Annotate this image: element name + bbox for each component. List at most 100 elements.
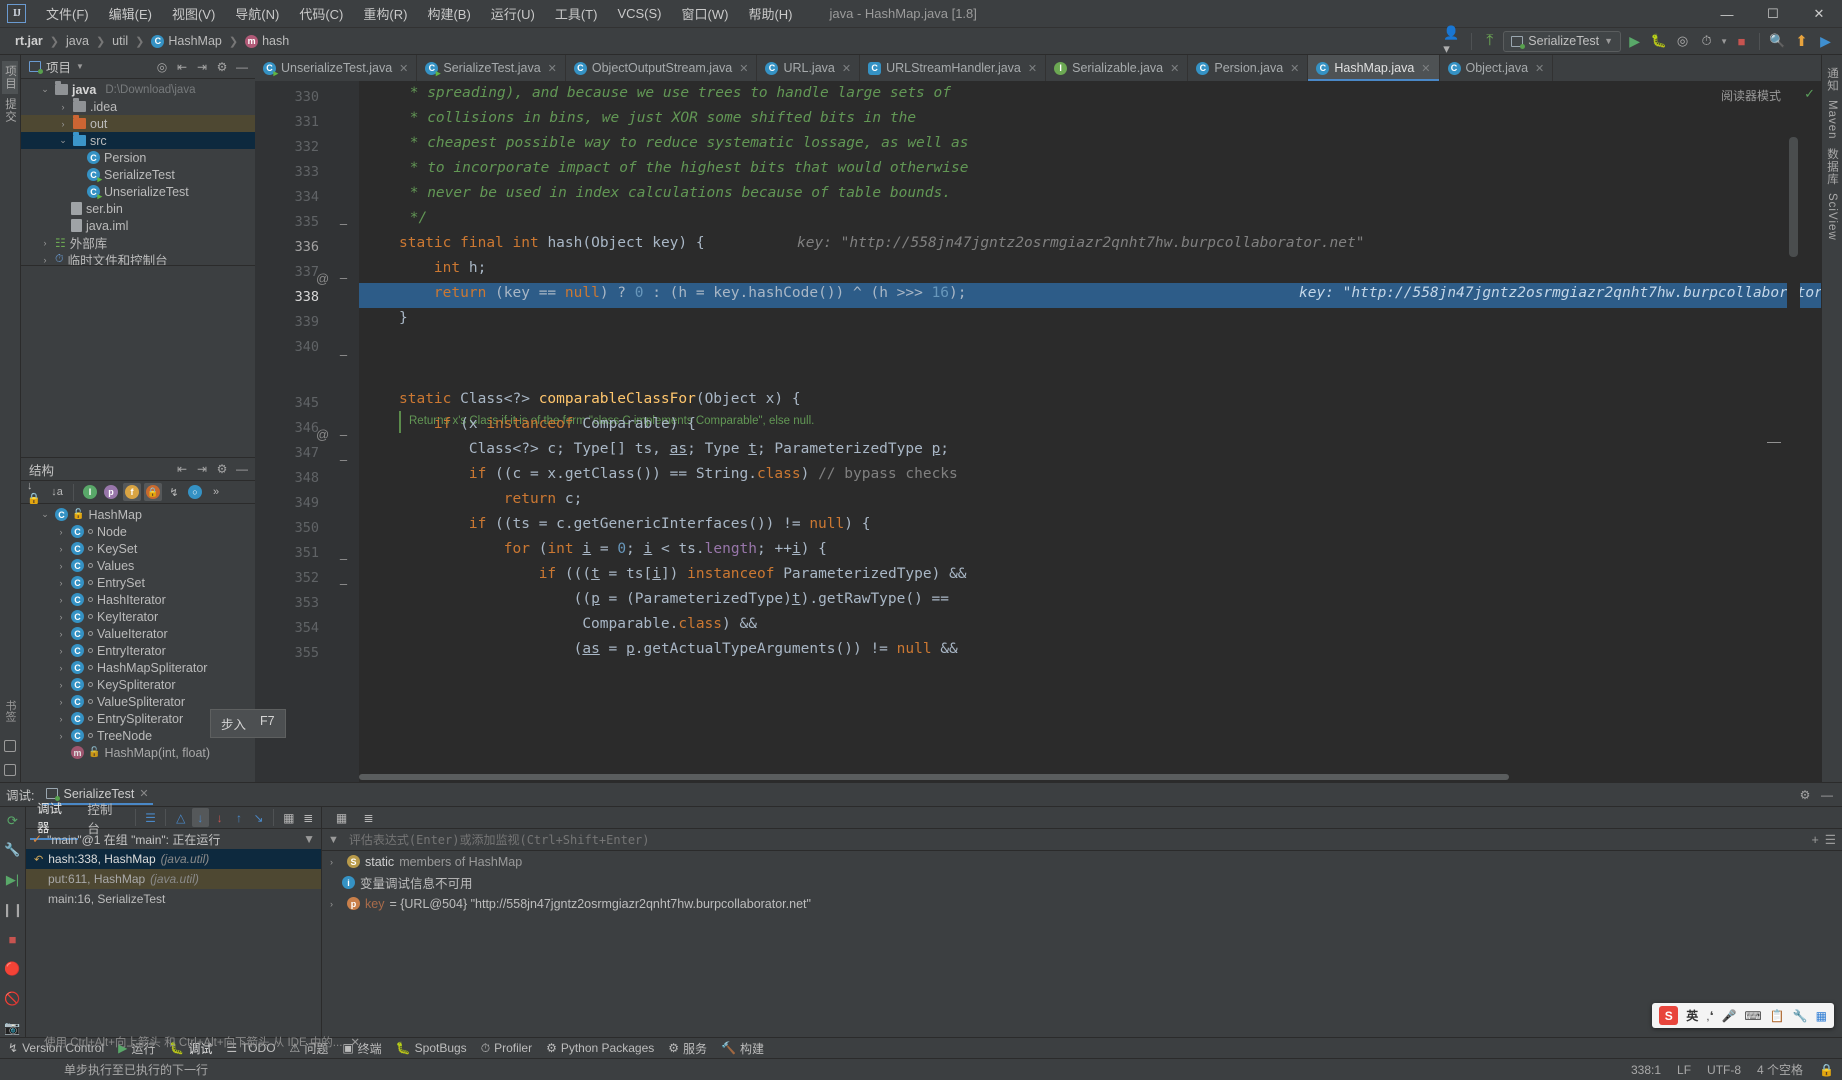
editor-tab-urlstreamhandler[interactable]: C URLStreamHandler.java ✕ (860, 55, 1047, 81)
collapse-arrow-icon[interactable]: ⌄ (39, 509, 51, 520)
tree-row-external-libraries[interactable]: › ☷ 外部库 (21, 234, 255, 252)
expand-arrow-icon[interactable]: › (55, 527, 67, 537)
expand-arrow-icon[interactable]: › (330, 857, 342, 867)
debug-icon[interactable]: 🐛 (1648, 31, 1669, 52)
structure-row-keyspliterator[interactable]: › C KeySpliterator (21, 676, 255, 693)
close-icon[interactable]: ✕ (1535, 62, 1544, 75)
tree-row-out[interactable]: › out (21, 115, 255, 132)
pause-program-icon[interactable]: ❙❙ (2, 901, 24, 919)
close-icon[interactable]: ✕ (399, 62, 408, 75)
menu-item-code[interactable]: 代码(C) (290, 1, 352, 26)
expand-arrow-icon[interactable]: › (55, 629, 67, 639)
more-actions-icon[interactable]: » (207, 483, 225, 501)
gear-icon[interactable]: ⚙ (213, 460, 231, 478)
structure-row-valueiterator[interactable]: › C ValueIterator (21, 625, 255, 642)
expand-arrow-icon[interactable]: › (55, 544, 67, 554)
stop-icon[interactable]: ■ (4, 931, 22, 949)
inspection-ok-icon[interactable]: ✓ (1804, 86, 1815, 102)
structure-row-hashiterator[interactable]: › C HashIterator (21, 591, 255, 608)
evaluate-expression-icon[interactable]: ▦ (280, 808, 297, 827)
run-to-cursor-icon[interactable]: ↘ (250, 808, 267, 827)
rail-item-database[interactable]: 数据库 (1824, 144, 1840, 190)
run-with-coverage-icon[interactable]: ◎ (1672, 31, 1693, 52)
close-icon[interactable]: ✕ (350, 1035, 360, 1049)
reader-mode-label[interactable]: 阅读器模式 (1721, 87, 1781, 104)
view-breakpoints-icon[interactable]: 🔴 (4, 960, 22, 978)
tool-button-build[interactable]: 🔨 构建 (721, 1040, 764, 1057)
sort-alphabetically-icon[interactable]: ↓a (48, 483, 66, 501)
menu-item-tools[interactable]: 工具(T) (546, 1, 607, 26)
tree-row-javaiml[interactable]: java.iml (21, 217, 255, 234)
run-icon[interactable]: ▶ (1624, 31, 1645, 52)
tree-row-unserializetest[interactable]: C UnserializeTest (21, 183, 255, 202)
menu-item-vcs[interactable]: VCS(S) (608, 3, 670, 24)
editor-hscrollbar-thumb[interactable] (359, 774, 1509, 780)
locate-file-icon[interactable]: ◎ (153, 58, 171, 76)
caret-position[interactable]: 338:1 (1631, 1063, 1661, 1077)
editor-tab-serializetest[interactable]: C SerializeTest.java ✕ (417, 55, 566, 81)
user-icon[interactable]: 👤▾ (1443, 25, 1464, 56)
expand-arrow-icon[interactable]: › (55, 680, 67, 690)
mic-icon[interactable]: 🎤 (1721, 1009, 1736, 1023)
editor-tab-object[interactable]: C Object.java ✕ (1440, 55, 1554, 81)
bookmarks-icon[interactable] (4, 740, 16, 752)
more-icon[interactable]: ☰ (1825, 832, 1836, 847)
code-text-area[interactable]: * spreading), and because we use trees t… (359, 81, 1821, 782)
editor-tab-hashmap[interactable]: C HashMap.java ✕ (1308, 55, 1440, 81)
hide-panel-icon[interactable]: — (233, 58, 251, 76)
rail-item-maven[interactable]: Maven (1826, 96, 1838, 144)
tools-icon[interactable]: 🔧 (1793, 1009, 1808, 1023)
expand-arrow-icon[interactable]: › (39, 255, 51, 265)
tree-row-scratches[interactable]: › ⏱ 临时文件和控制台 (21, 251, 255, 265)
variable-row-key[interactable]: › p key = {URL@504} "http://558jn47jgntz… (322, 893, 1842, 914)
menu-item-window[interactable]: 窗口(W) (673, 1, 738, 26)
indent-setting[interactable]: 4 个空格 (1757, 1061, 1803, 1078)
chevron-down-icon[interactable]: ▼ (1720, 37, 1728, 46)
collapse-hint-icon[interactable]: — (1767, 433, 1781, 449)
structure-row-values[interactable]: › C Values (21, 557, 255, 574)
stack-frame-hash[interactable]: ↶ hash:338, HashMap (java.util) (26, 849, 321, 869)
tool-button-python-packages[interactable]: ⚙ Python Packages (546, 1041, 654, 1055)
rail-item-project[interactable]: 项目 (2, 61, 18, 94)
structure-row-entryiterator[interactable]: › C EntryIterator (21, 642, 255, 659)
collapse-all-icon[interactable]: ⇥ (193, 58, 211, 76)
step-out-icon[interactable]: ↑ (230, 808, 247, 827)
structure-row-valuespliterator[interactable]: › C ValueSpliterator (21, 693, 255, 710)
editor-tab-url[interactable]: C URL.java ✕ (757, 55, 861, 81)
show-fields-icon[interactable]: f (123, 483, 141, 501)
structure-rail-icon[interactable] (4, 764, 16, 776)
file-encoding[interactable]: UTF-8 (1707, 1063, 1741, 1077)
resume-program-icon[interactable]: ▶| (4, 871, 22, 889)
step-over-icon[interactable]: ↓ (191, 808, 209, 827)
menu-item-file[interactable]: 文件(F) (37, 1, 98, 26)
breadcrumb-item-hashmap[interactable]: C HashMap (146, 32, 227, 50)
gear-icon[interactable]: ⚙ (1796, 786, 1814, 804)
expand-arrow-icon[interactable]: › (55, 612, 67, 622)
expand-arrow-icon[interactable]: › (55, 561, 67, 571)
breadcrumb-item-jar[interactable]: rt.jar (10, 32, 48, 50)
run-configuration-selector[interactable]: SerializeTest ▼ (1503, 30, 1622, 52)
stack-frame-put[interactable]: put:611, HashMap (java.util) (26, 869, 321, 889)
close-icon[interactable]: ✕ (1170, 62, 1179, 75)
ime-toolbar[interactable]: S 英 ,❛ 🎤 ⌨ 📋 🔧 ▦ (1652, 1003, 1834, 1028)
step-into-icon[interactable]: ↓ (211, 808, 228, 827)
tree-row-src[interactable]: ⌄ src (21, 132, 255, 149)
expand-arrow-icon[interactable]: › (55, 731, 67, 741)
expand-arrow-icon[interactable]: › (39, 238, 51, 248)
layout-settings-icon[interactable]: ☰ (142, 808, 159, 827)
structure-tree[interactable]: ⌄ C 🔓 HashMap › C Node › C KeySet › C Va… (21, 504, 255, 782)
collapse-arrow-icon[interactable]: ⌄ (57, 135, 69, 146)
maximize-button[interactable]: ☐ (1750, 0, 1796, 28)
tool-button-profiler[interactable]: ⏱ Profiler (481, 1041, 532, 1056)
structure-row-keyset[interactable]: › C KeySet (21, 540, 255, 557)
rail-item-notifications[interactable]: 通知 (1824, 63, 1840, 96)
tree-row-serializetest[interactable]: C SerializeTest (21, 166, 255, 185)
settings-wrench-icon[interactable]: 🔧 (4, 842, 22, 860)
expand-all-icon[interactable]: ⇤ (173, 58, 191, 76)
play-colored-icon[interactable]: ▶ (1815, 31, 1836, 52)
breadcrumb-item-hash[interactable]: m hash (240, 32, 294, 50)
hide-panel-icon[interactable]: — (1818, 786, 1836, 804)
show-inherited-icon[interactable]: I (81, 483, 99, 501)
close-icon[interactable]: ✕ (739, 62, 748, 75)
editor-gutter[interactable]: @ ⚊ ⚊ ⚊ @ ⚊ ⚊ ⚊ ⚊ 330 331 332 333 334 33… (255, 81, 359, 782)
